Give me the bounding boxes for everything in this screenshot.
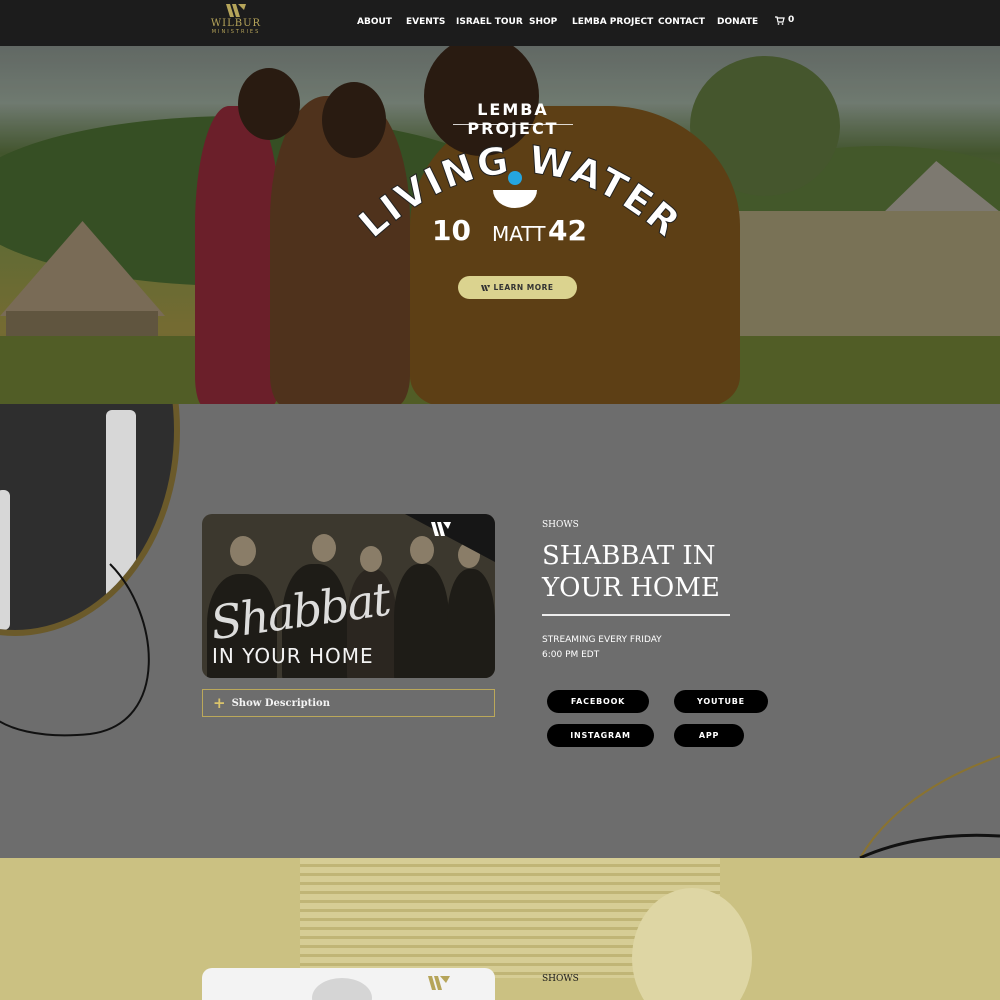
youtube-button[interactable]: YOUTUBE (674, 690, 768, 713)
show-description-toggle[interactable]: + Show Description (202, 689, 495, 717)
hero-verse-book: MATT (492, 222, 546, 246)
thumbnail-face (410, 536, 434, 564)
instagram-button[interactable]: INSTAGRAM (547, 724, 654, 747)
nav-contact[interactable]: CONTACT (658, 17, 705, 29)
section-kicker: SHOWS (542, 974, 579, 984)
wilbur-mark-icon (431, 522, 451, 536)
thumbnail-face (312, 534, 336, 562)
next-show-thumbnail[interactable] (202, 968, 495, 1000)
hero-verse-chapter: 10 (432, 214, 471, 247)
show-thumbnail[interactable]: Shabbat IN YOUR HOME (202, 514, 495, 678)
nav-about[interactable]: ABOUT (357, 17, 392, 29)
site-logo[interactable]: WILBUR MINISTRIES (206, 3, 266, 43)
hero-verse-number: 42 (548, 214, 587, 247)
thumbnail-subtitle: IN YOUR HOME (212, 644, 374, 668)
nav-shop[interactable]: SHOP (529, 17, 557, 29)
show-description-label: Show Description (231, 697, 331, 709)
thumbnail-person (447, 569, 495, 678)
thumbnail-person (394, 564, 449, 678)
show-schedule-day: STREAMING EVERY FRIDAY (542, 635, 662, 645)
cart-button[interactable]: 0 (775, 15, 794, 25)
nav-donate[interactable]: DONATE (717, 17, 758, 29)
thumbnail-face (312, 978, 372, 1000)
nav-lemba-project[interactable]: LEMBA PROJECT (572, 17, 653, 29)
candle-shape (0, 490, 10, 630)
facebook-button[interactable]: FACEBOOK (547, 690, 649, 713)
show-schedule-time: 6:00 PM EDT (542, 650, 600, 660)
shows-section: Shabbat IN YOUR HOME + Show Description … (0, 404, 1000, 858)
hero-divider (453, 124, 573, 125)
candle-shape (106, 410, 136, 600)
app-button[interactable]: APP (674, 724, 744, 747)
logo-tagline: MINISTRIES (211, 29, 261, 35)
site-header: WILBUR MINISTRIES ABOUT EVENTS ISRAEL TO… (0, 0, 1000, 46)
logo-name: WILBUR (210, 18, 262, 29)
cart-count: 0 (788, 15, 795, 25)
plus-icon: + (213, 693, 226, 712)
show-title: SHABBAT IN YOUR HOME (542, 541, 720, 603)
cart-icon (775, 15, 785, 25)
water-drop-bowl-icon (493, 171, 537, 208)
learn-more-button[interactable]: LEARN MORE (458, 276, 577, 299)
thumbnail-face (230, 536, 256, 566)
wilbur-mark-icon (428, 976, 450, 990)
learn-more-label: LEARN MORE (493, 283, 554, 292)
wilbur-logo-icon (226, 4, 246, 17)
thumbnail-face (360, 546, 382, 572)
wilbur-mark-icon (481, 284, 491, 291)
title-divider (542, 614, 730, 616)
nav-israel-tour[interactable]: ISRAEL TOUR (456, 17, 523, 29)
decorative-candle-image (0, 404, 180, 636)
next-show-section: SHOWS (0, 858, 1000, 1000)
section-kicker: SHOWS (542, 520, 579, 530)
nav-events[interactable]: EVENTS (406, 17, 445, 29)
hero-banner: LEMBA PROJECT LIVING WATER 10 MATT 42 LE… (0, 46, 1000, 404)
